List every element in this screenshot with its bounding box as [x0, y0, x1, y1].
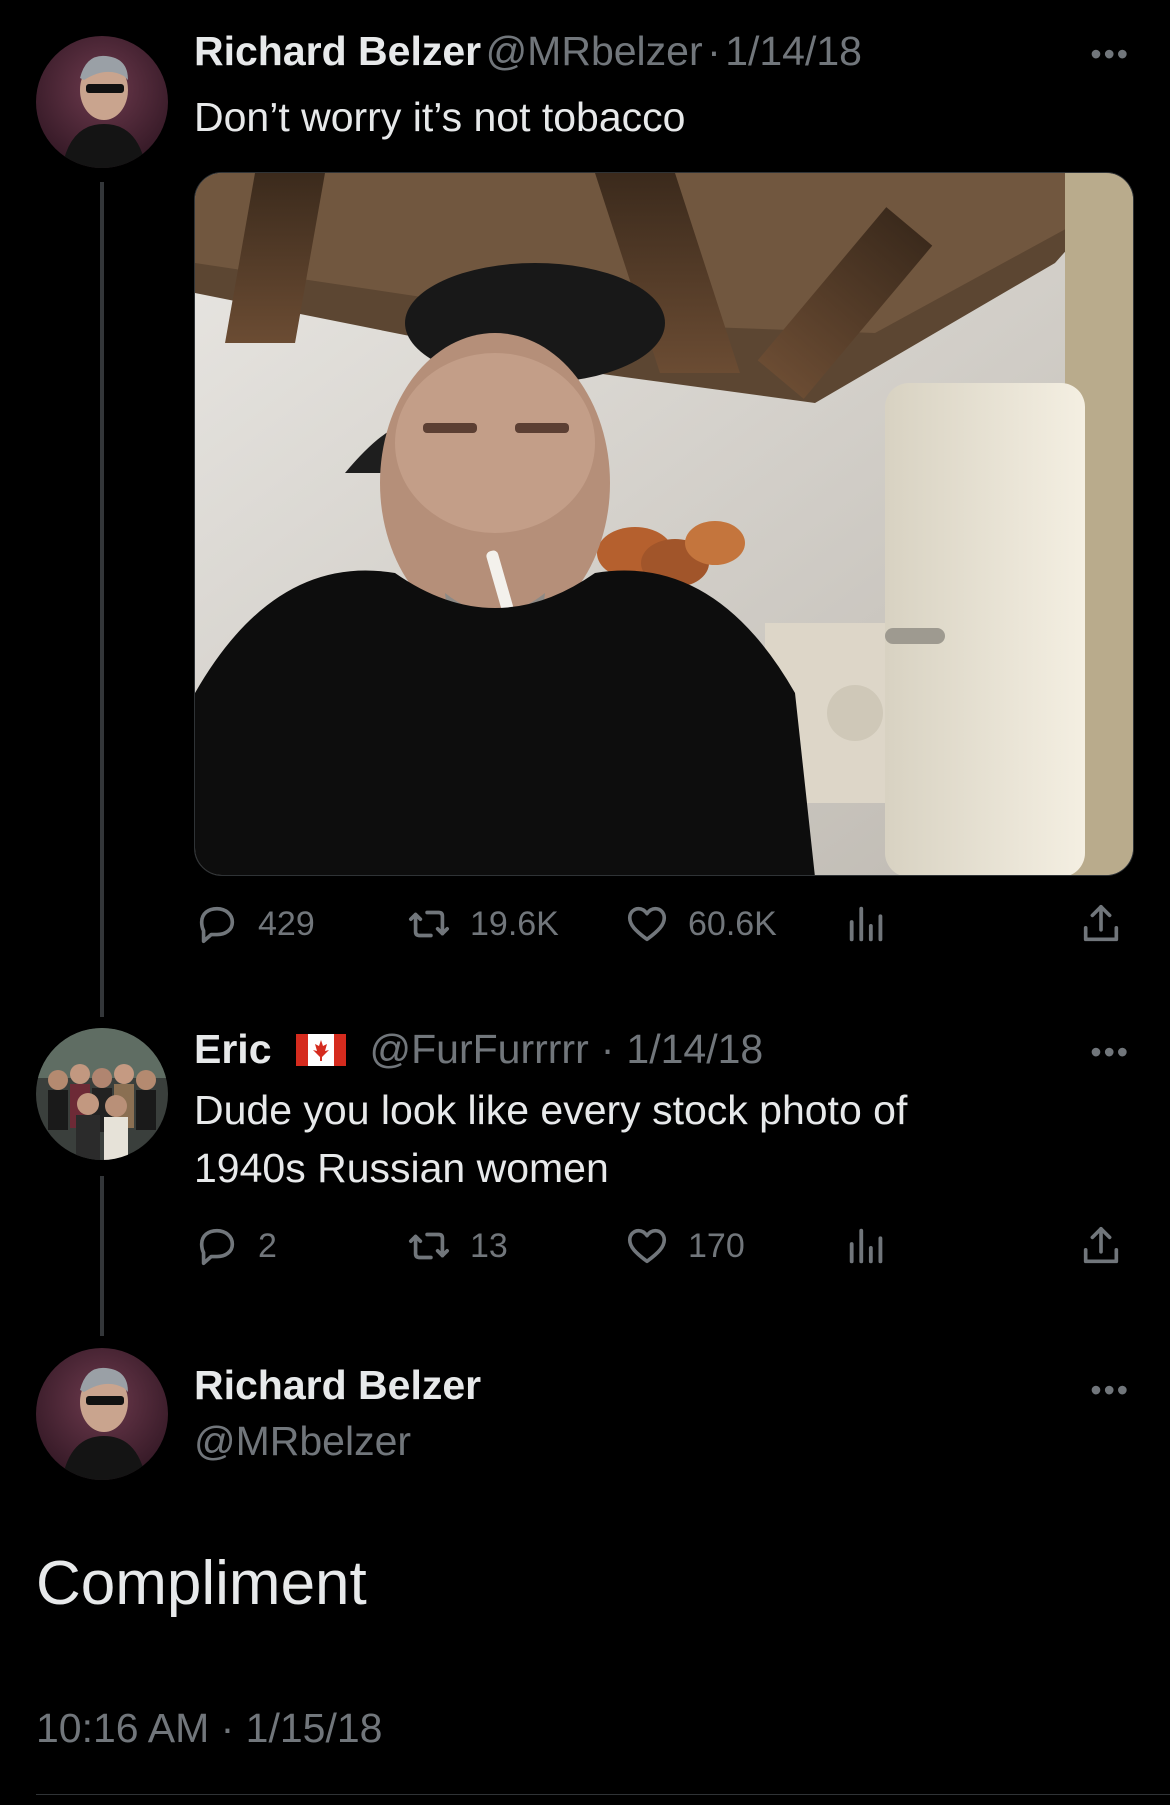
reply-count: 429 [258, 904, 315, 943]
tweet-actions: 429 19.6K 60.6K [194, 896, 1134, 952]
separator: · [600, 1026, 615, 1072]
share-icon [1083, 1226, 1119, 1264]
author-handle[interactable]: @MRbelzer [194, 1418, 411, 1465]
tweet-header: Richard Belzer @MRbelzer · 1/14/18 [194, 28, 862, 75]
tweet-actions: 2 13 170 [194, 1218, 1134, 1274]
tweet-text: Dude you look like every stock photo of … [194, 1081, 907, 1197]
tweet-date[interactable]: 1/14/18 [626, 1026, 763, 1073]
analytics-icon [849, 1228, 883, 1264]
divider [36, 1794, 1170, 1795]
reply-button[interactable]: 2 [194, 1223, 406, 1269]
canada-flag-icon [295, 1033, 346, 1066]
author-name[interactable]: Eric [194, 1026, 272, 1073]
like-button[interactable]: 60.6K [624, 901, 844, 947]
avatar[interactable] [36, 36, 168, 168]
more-icon[interactable]: ••• [1090, 1034, 1130, 1071]
author-handle[interactable]: @FurFurrrrr [370, 1026, 589, 1073]
share-button[interactable] [1078, 901, 1124, 947]
avatar[interactable] [36, 1348, 168, 1480]
like-icon [627, 906, 667, 942]
like-icon [627, 1228, 667, 1264]
more-icon[interactable]: ••• [1090, 1372, 1130, 1409]
like-button[interactable]: 170 [624, 1223, 844, 1269]
analytics-button[interactable] [844, 1223, 1076, 1269]
retweet-icon [408, 910, 450, 938]
like-count: 170 [688, 1226, 745, 1265]
reply-button[interactable]: 429 [194, 901, 406, 947]
share-icon [1083, 904, 1119, 942]
tweet-text-line: Dude you look like every stock photo of [194, 1087, 908, 1133]
timestamp[interactable]: 10:16 AM · 1/15/18 [36, 1705, 382, 1752]
more-icon[interactable]: ••• [1090, 36, 1130, 73]
share-button[interactable] [1078, 1223, 1124, 1269]
tweet-header: Eric @FurFurrrrr · 1/14/18 [194, 1026, 763, 1073]
reply-count: 2 [258, 1226, 277, 1265]
author-handle[interactable]: @MRbelzer [486, 28, 703, 74]
author-name[interactable]: Richard Belzer [194, 1362, 481, 1409]
tweet-text-line: 1940s Russian women [194, 1145, 609, 1191]
analytics-icon [849, 906, 883, 942]
retweet-icon [408, 1232, 450, 1260]
thread-line [100, 1176, 104, 1336]
tweet-date[interactable]: 1/14/18 [725, 28, 862, 74]
retweet-count: 13 [470, 1226, 508, 1265]
like-count: 60.6K [688, 904, 777, 943]
separator: · [707, 28, 721, 74]
retweet-button[interactable]: 13 [406, 1223, 624, 1269]
tweet-photo[interactable] [194, 172, 1134, 876]
analytics-button[interactable] [844, 901, 1076, 947]
main-tweet-text: Compliment [36, 1549, 367, 1618]
thread-line [100, 182, 104, 1017]
avatar[interactable] [36, 1028, 168, 1160]
retweet-count: 19.6K [470, 904, 559, 943]
reply-icon [199, 1228, 235, 1266]
retweet-button[interactable]: 19.6K [406, 901, 624, 947]
author-name[interactable]: Richard Belzer [194, 28, 481, 74]
tweet-text: Don’t worry it’s not tobacco [194, 94, 686, 140]
reply-icon [199, 906, 235, 944]
